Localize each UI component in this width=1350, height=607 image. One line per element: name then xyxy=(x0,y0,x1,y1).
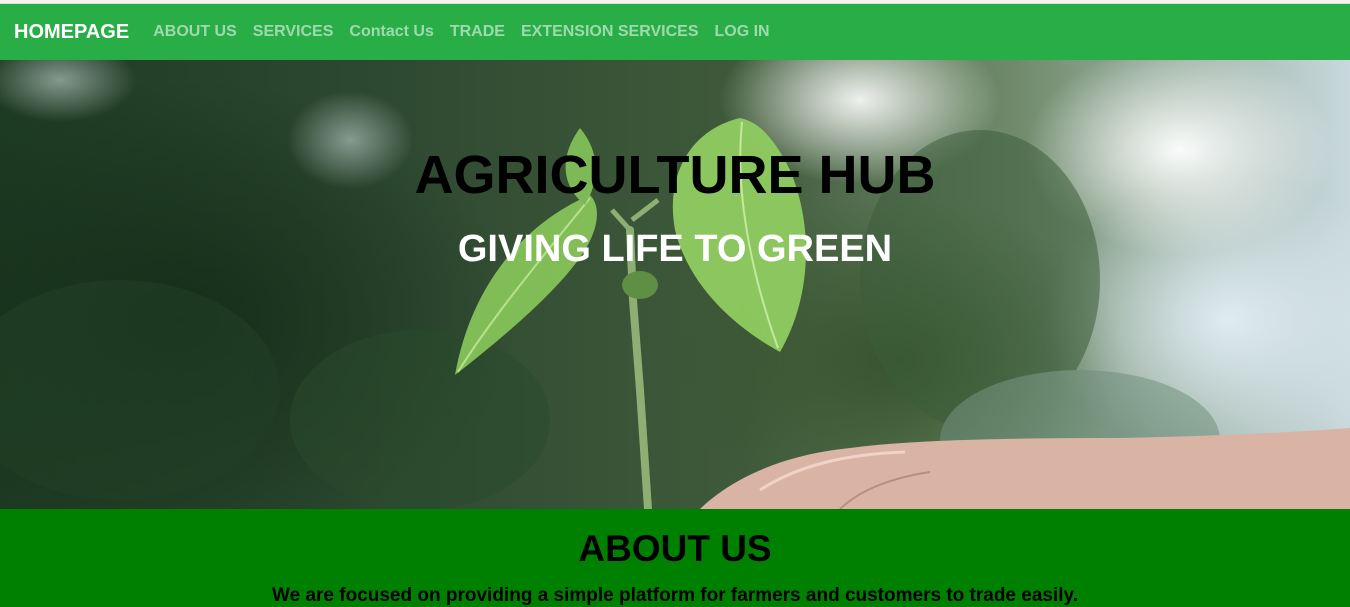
page: HOMEPAGE ABOUT US SERVICES Contact Us TR… xyxy=(0,0,1350,607)
hero-banner: AGRICULTURE HUB GIVING LIFE TO GREEN xyxy=(0,60,1350,509)
about-title: ABOUT US xyxy=(578,528,772,569)
navbar: HOMEPAGE ABOUT US SERVICES Contact Us TR… xyxy=(0,4,1350,60)
brand-link[interactable]: HOMEPAGE xyxy=(14,21,129,44)
about-section: ABOUT US We are focused on providing a s… xyxy=(0,509,1350,607)
hero-subtitle: GIVING LIFE TO GREEN xyxy=(457,228,893,270)
seedling-hand-image xyxy=(0,118,1350,509)
nav-link-contact-us[interactable]: Contact Us xyxy=(341,23,441,41)
nav-link-trade[interactable]: TRADE xyxy=(442,23,513,41)
nav-link-extension-services[interactable]: EXTENSION SERVICES xyxy=(513,23,707,41)
hero-title: AGRICULTURE HUB xyxy=(414,145,936,205)
nav-link-log-in[interactable]: LOG IN xyxy=(706,23,777,41)
nav-link-about-us[interactable]: ABOUT US xyxy=(145,23,245,41)
about-description: We are focused on providing a simple pla… xyxy=(272,585,1078,606)
nav-link-services[interactable]: SERVICES xyxy=(245,23,342,41)
